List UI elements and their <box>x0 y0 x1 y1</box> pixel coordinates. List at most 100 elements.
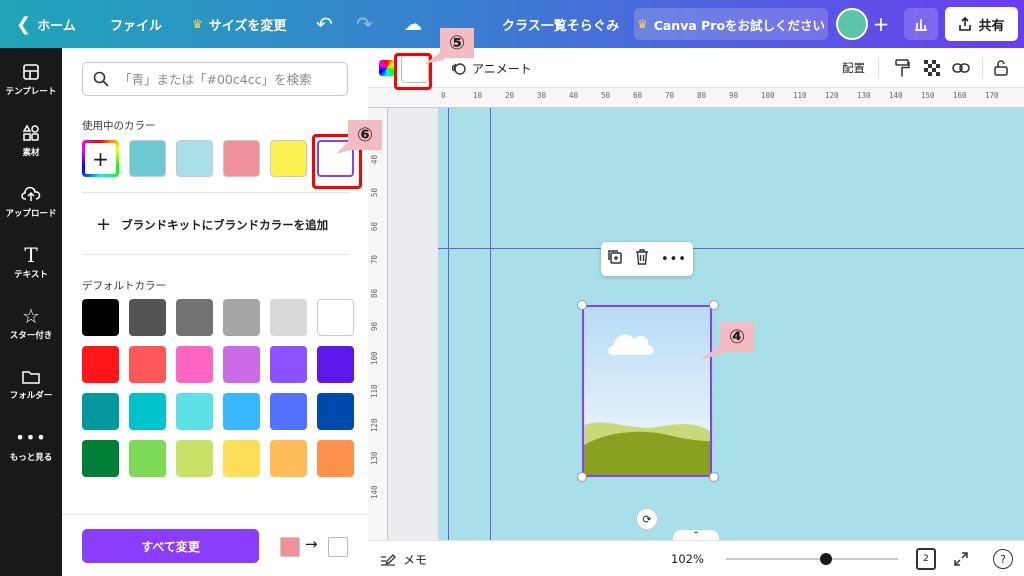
default-color-swatch[interactable] <box>223 346 260 383</box>
in-use-color-swatch[interactable] <box>129 140 166 177</box>
default-color-swatch[interactable] <box>176 346 213 383</box>
add-brand-color-button[interactable]: + ブランドキットにブランドカラーを追加 <box>96 214 328 235</box>
annotation-marker-5: ⑤ <box>440 28 474 58</box>
undo-icon[interactable]: ↶ <box>316 0 333 48</box>
add-color-button[interactable]: + <box>82 140 119 177</box>
rail-item-elements[interactable]: 素材 <box>0 111 62 171</box>
annotation-pointer <box>336 140 350 154</box>
rail-item-more[interactable]: ••• もっと見る <box>0 416 62 476</box>
cloud-saved-icon[interactable]: ☁ <box>404 0 422 48</box>
ruler-tick-label: 40 <box>569 91 579 100</box>
help-button[interactable]: ? <box>993 549 1013 569</box>
share-button[interactable]: 共有 <box>945 7 1018 41</box>
insights-chart-icon[interactable] <box>904 8 938 40</box>
color-search-input[interactable] <box>119 71 339 87</box>
lock-icon[interactable] <box>994 48 1008 88</box>
default-color-swatch[interactable] <box>317 346 354 383</box>
default-color-swatch[interactable] <box>317 299 354 336</box>
change-all-button[interactable]: すべて変更 <box>82 529 259 563</box>
ruler-tick-label: 60 <box>370 221 379 231</box>
zoom-slider[interactable] <box>726 558 898 560</box>
ruler-tick-label: 60 <box>633 91 643 100</box>
divider <box>82 192 350 193</box>
default-color-swatch[interactable] <box>129 440 166 477</box>
plus-icon: + <box>96 214 112 235</box>
notes-label: メモ <box>403 552 428 567</box>
default-color-swatch[interactable] <box>82 346 119 383</box>
in-use-color-swatch[interactable] <box>176 140 213 177</box>
color-palette-icon[interactable] <box>379 60 395 76</box>
color-search[interactable] <box>82 62 348 96</box>
try-pro-button[interactable]: ♛ Canva Proをお試しください <box>634 8 828 40</box>
default-color-swatch[interactable] <box>129 346 166 383</box>
default-color-swatch[interactable] <box>317 393 354 430</box>
default-color-swatch[interactable] <box>82 440 119 477</box>
default-color-swatch[interactable] <box>129 299 166 336</box>
in-use-color-swatch[interactable] <box>270 140 307 177</box>
rail-item-folders[interactable]: フォルダー <box>0 355 62 415</box>
default-color-swatch[interactable] <box>223 299 260 336</box>
resize-button[interactable]: ♛ サイズを変更 <box>192 0 286 48</box>
default-color-swatch[interactable] <box>223 393 260 430</box>
ruler-tick-label: 90 <box>729 91 739 100</box>
default-color-swatch[interactable] <box>82 393 119 430</box>
rail-item-text[interactable]: T テキスト <box>0 233 62 293</box>
default-color-swatch[interactable] <box>129 393 166 430</box>
rotate-handle-icon[interactable]: ⟳ <box>636 508 658 530</box>
more-options-icon[interactable]: ••• <box>661 252 687 267</box>
zoom-value[interactable]: 102% <box>671 541 704 576</box>
document-title[interactable]: クラス一覧そらぐみ <box>502 0 619 48</box>
default-color-swatch[interactable] <box>223 440 260 477</box>
avatar[interactable] <box>836 8 868 40</box>
default-colors-label: デフォルトカラー <box>82 280 166 292</box>
rail-item-uploads[interactable]: アップロード <box>0 172 62 232</box>
ruler-tick-label: 100 <box>761 91 775 100</box>
file-menu[interactable]: ファイル <box>110 0 162 48</box>
default-color-swatch[interactable] <box>82 299 119 336</box>
default-color-swatch[interactable] <box>176 299 213 336</box>
zoom-slider-thumb[interactable] <box>819 553 832 565</box>
ruler-tick-label: 100 <box>370 350 379 365</box>
ruler-tick-label: 130 <box>857 91 871 100</box>
guide-line <box>438 248 1024 249</box>
element-floating-toolbar: ••• <box>601 242 693 276</box>
link-icon[interactable] <box>952 48 970 88</box>
resize-handle[interactable] <box>577 300 587 310</box>
resize-handle[interactable] <box>577 472 587 482</box>
paint-roller-icon[interactable] <box>894 48 910 88</box>
ruler-tick-label: 50 <box>370 187 379 197</box>
editor-area: アニメート 配置 0 10 20 30 40 50 60 70 80 90 100 110 120 130… <box>368 48 1024 576</box>
default-color-swatch[interactable] <box>270 299 307 336</box>
rail-label: フォルダー <box>9 391 53 401</box>
ruler-tick-label: 40 <box>370 154 379 164</box>
transparency-icon[interactable] <box>924 48 940 88</box>
default-color-swatch[interactable] <box>270 346 307 383</box>
annotation-marker-4: ④ <box>720 322 754 352</box>
default-color-swatch[interactable] <box>176 440 213 477</box>
resize-handle[interactable] <box>709 472 719 482</box>
rail-item-templates[interactable]: テンプレート <box>0 50 62 110</box>
trash-icon[interactable] <box>635 249 649 269</box>
rail-item-starred[interactable]: ☆ スター付き <box>0 294 62 354</box>
rail-label: もっと見る <box>9 453 53 463</box>
add-member-icon[interactable]: + <box>868 8 894 40</box>
default-color-swatch[interactable] <box>176 393 213 430</box>
position-button[interactable]: 配置 <box>842 48 865 88</box>
default-color-swatch[interactable] <box>270 393 307 430</box>
default-color-swatch[interactable] <box>317 440 354 477</box>
resize-handle[interactable] <box>709 300 719 310</box>
pencil-notes-icon <box>381 554 396 566</box>
notes-button[interactable]: メモ <box>380 541 427 576</box>
animate-label: アニメート <box>472 61 532 76</box>
home-button[interactable]: ❮ ホーム <box>16 0 76 48</box>
page-count-button[interactable]: 2 <box>916 548 936 570</box>
duplicate-icon[interactable] <box>607 249 623 269</box>
redo-icon[interactable]: ↷ <box>356 0 373 48</box>
annotation-marker-6: ⑥ <box>348 120 382 150</box>
fullscreen-icon[interactable] <box>953 541 969 576</box>
default-color-swatch[interactable] <box>270 440 307 477</box>
image-frame[interactable] <box>582 305 712 477</box>
ruler-tick-label: 130 <box>370 451 379 465</box>
divider <box>82 254 350 255</box>
in-use-color-swatch[interactable] <box>223 140 260 177</box>
